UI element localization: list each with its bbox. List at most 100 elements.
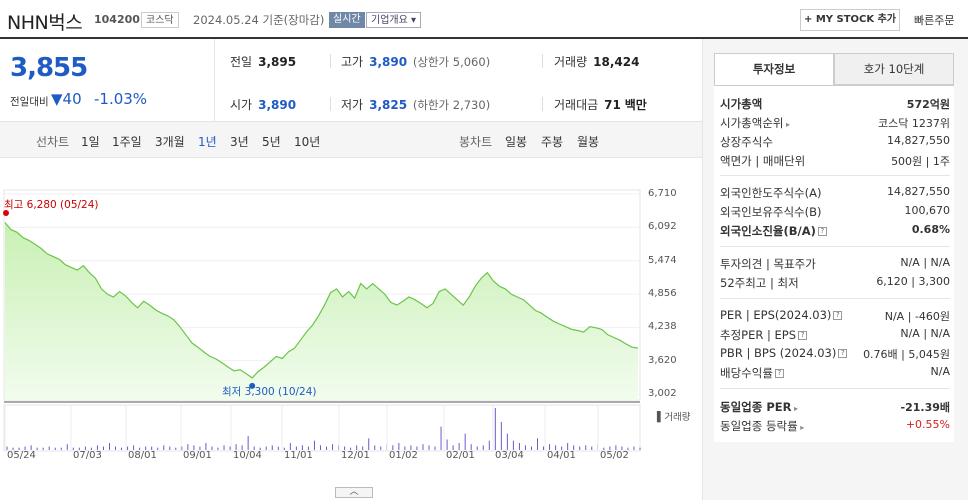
y-tick-label: 6,710 — [648, 188, 677, 199]
chevron-right-icon: ▸ — [783, 120, 791, 129]
market-badge: 코스닥 — [141, 12, 179, 28]
y-tick-label: 3,002 — [648, 388, 677, 399]
expand-chart-button[interactable]: ︿ — [335, 487, 373, 498]
low-annotation: 최저 3,300 (10/24) — [222, 386, 317, 398]
tab-investment-info[interactable]: 투자정보 — [714, 53, 834, 85]
tab-order-book[interactable]: 호가 10단계 — [834, 53, 954, 85]
info-row-label: 배당수익률 — [720, 366, 773, 380]
tab-daily[interactable]: 일봉 — [505, 133, 527, 150]
info-row[interactable]: 추정PER | EPS? N/A | N/A — [720, 327, 950, 343]
info-row-label: 외국인보유주식수(B) — [720, 205, 822, 219]
x-tick-label: 05/24 — [7, 450, 36, 461]
info-row-value: 0.76배 | 5,045원 — [863, 348, 950, 361]
quick-order-link[interactable]: 빠른주문 — [914, 12, 954, 28]
help-icon[interactable]: ? — [833, 311, 843, 320]
chevron-down-icon: ▾ — [411, 15, 417, 26]
y-tick-label: 4,238 — [648, 321, 677, 333]
info-row-label: 52주최고 | 최저 — [720, 276, 799, 290]
open-price: 시가 3,890 — [230, 98, 297, 112]
y-tick-label: 6,092 — [648, 221, 677, 233]
info-row-label: PER | EPS(2024.03) — [720, 308, 832, 322]
price-box: 3,855 전일대비 ▼40 -1.03% — [0, 39, 215, 121]
x-tick-label: 04/01 — [547, 450, 576, 461]
help-icon[interactable]: ? — [774, 369, 784, 378]
price-change: ▼40 — [51, 90, 82, 108]
period-tabs: 선차트 1일 1주일 3개월 1년 3년 5년 10년 봉차트 일봉 주봉 월봉 — [0, 121, 702, 158]
info-row-label: 동일업종 PER — [720, 400, 792, 414]
info-row-label: 시가총액 — [720, 97, 763, 111]
help-icon[interactable]: ? — [798, 331, 808, 340]
info-row-value: 0.68% — [911, 223, 950, 236]
company-info-dropdown[interactable]: 기업개요 ▾ — [366, 12, 422, 28]
info-row[interactable]: 외국인소진율(B/A)? 0.68% — [720, 223, 950, 239]
realtime-button[interactable]: 실시간 — [329, 12, 365, 28]
tab-3m[interactable]: 3개월 — [155, 133, 185, 150]
x-tick-label: 10/04 — [233, 450, 262, 461]
compare-label: 전일대비 — [10, 96, 49, 108]
x-tick-label: 09/01 — [183, 450, 212, 461]
high-annotation: 최고 6,280 (05/24) — [4, 199, 99, 211]
info-row-value: N/A | -460원 — [884, 310, 950, 323]
current-price: 3,855 — [10, 53, 88, 83]
divider — [720, 175, 950, 176]
y-tick-label: 5,474 — [648, 254, 677, 266]
info-row-value: 14,827,550 — [887, 185, 950, 198]
info-row-value: N/A | N/A — [900, 327, 950, 340]
tab-5y[interactable]: 5년 — [262, 133, 281, 150]
info-row-value: 6,120 | 3,300 — [876, 275, 950, 288]
info-row[interactable]: 동일업종 등락률 ▸ +0.55% — [720, 418, 950, 434]
x-tick-label: 12/01 — [341, 450, 370, 461]
tab-weekly[interactable]: 주봉 — [541, 133, 563, 150]
stock-code: 104200 — [94, 13, 140, 26]
info-row[interactable]: 배당수익률? N/A — [720, 365, 950, 381]
info-row-label: 외국인소진율(B/A) — [720, 224, 816, 238]
trade-amount: 거래대금 71 백만 — [554, 98, 647, 112]
divider — [542, 97, 543, 111]
info-row-label: 추정PER | EPS — [720, 328, 797, 342]
price-summary: 전일 3,895 고가 3,890 (상한가 5,060) 거래량 18,424 시가… — [215, 39, 702, 121]
tab-1y[interactable]: 1년 — [198, 133, 217, 150]
add-mystock-button[interactable]: + MY STOCK 추가 — [800, 9, 900, 31]
help-icon[interactable]: ? — [838, 349, 848, 358]
info-row-label: 시가총액순위 — [720, 116, 784, 130]
info-row-label: 액면가 | 매매단위 — [720, 154, 806, 168]
price-chart-svg — [3, 189, 641, 452]
info-row-value: -21.39배 — [900, 401, 950, 414]
price-chart[interactable]: 최고 6,280 (05/24) 최저 3,300 (10/24) ▌거래량 6… — [0, 158, 702, 500]
high-price: 고가 3,890 (상한가 5,060) — [341, 55, 491, 69]
info-row-value: 14,827,550 — [887, 134, 950, 147]
info-row: 상장주식수 14,827,550 — [720, 134, 950, 150]
divider — [720, 388, 950, 389]
info-row-value: 코스닥 1237위 — [878, 117, 950, 130]
candle-chart-label: 봉차트 — [459, 135, 493, 149]
tab-3y[interactable]: 3년 — [230, 133, 249, 150]
tab-1d[interactable]: 1일 — [81, 133, 100, 150]
tab-monthly[interactable]: 월봉 — [577, 133, 599, 150]
info-row[interactable]: 동일업종 PER ▸ -21.39배 — [720, 399, 950, 415]
x-tick-label: 11/01 — [284, 450, 313, 461]
info-row-label: 상장주식수 — [720, 135, 773, 149]
info-row[interactable]: PER | EPS(2024.03)? N/A | -460원 — [720, 308, 950, 323]
x-tick-label: 08/01 — [128, 450, 157, 461]
info-row-value: 100,670 — [904, 204, 951, 217]
x-tick-label: 02/01 — [446, 450, 475, 461]
price-change-pct: -1.03% — [94, 90, 148, 108]
info-row-label: 투자의견 | 목표주가 — [720, 257, 816, 271]
date-label: 2024.05.24 기준(장마감) — [193, 13, 325, 27]
stock-header: NHN벅스 104200 코스닥 2024.05.24 기준(장마감) 실시간 … — [0, 0, 968, 38]
info-row: 외국인한도주식수(A) 14,827,550 — [720, 185, 950, 201]
info-row[interactable]: PBR | BPS (2024.03)? 0.76배 | 5,045원 — [720, 346, 950, 361]
divider — [330, 97, 331, 111]
info-row: 투자의견 | 목표주가 N/A | N/A — [720, 256, 950, 272]
tab-10y[interactable]: 10년 — [294, 133, 320, 150]
divider — [542, 54, 543, 68]
line-chart-label: 선차트 — [36, 135, 70, 149]
company-info-label: 기업개요 — [371, 15, 408, 26]
tab-1w[interactable]: 1주일 — [112, 133, 142, 150]
info-row: 외국인보유주식수(B) 100,670 — [720, 204, 950, 220]
info-row[interactable]: 시가총액순위 ▸ 코스닥 1237위 — [720, 115, 950, 131]
info-row-value: N/A — [930, 365, 950, 378]
info-row-label: 동일업종 등락률 — [720, 419, 798, 433]
help-icon[interactable]: ? — [817, 227, 827, 236]
y-tick-label: 4,856 — [648, 288, 677, 299]
